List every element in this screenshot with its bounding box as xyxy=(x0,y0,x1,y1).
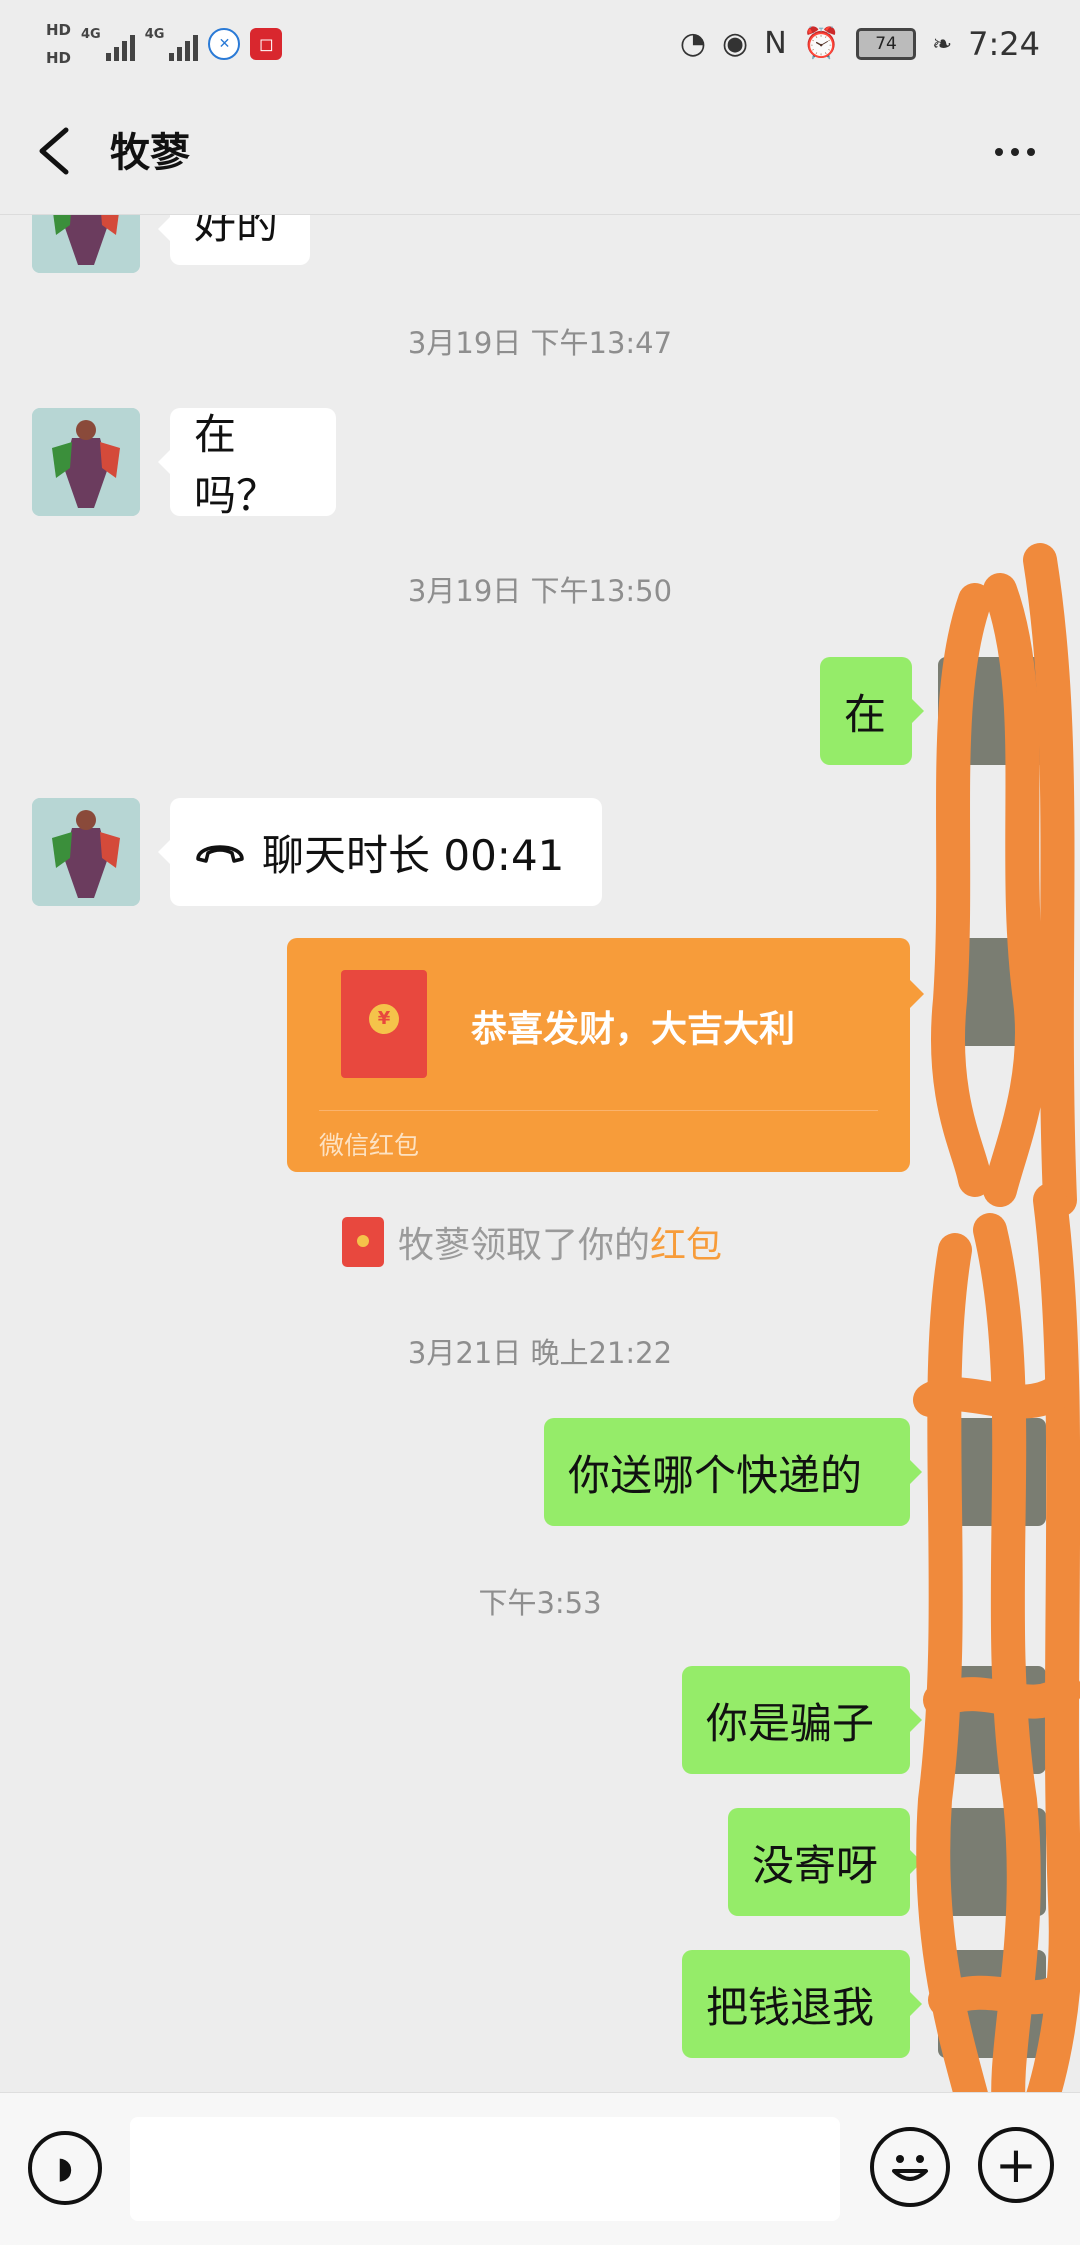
notification-app-icon: ✕ xyxy=(208,28,241,60)
timestamp: 下午3:53 xyxy=(478,1586,602,1620)
message-bubble-incoming[interactable]: 在吗？ xyxy=(158,408,336,520)
alarm-icon: ⏰ xyxy=(802,26,841,61)
red-packet-link[interactable]: 红包 xyxy=(650,1216,722,1268)
message-bubble-incoming[interactable]: 好的 xyxy=(158,215,310,265)
status-right-icons: ◔ ◉ N ⏰ 74 ❧ 7:24 xyxy=(680,16,1040,72)
message-input[interactable] xyxy=(130,2117,840,2221)
more-dots-icon xyxy=(995,148,1003,156)
coin-icon: ¥ xyxy=(369,1004,399,1034)
call-record-bubble[interactable]: 聊天时长 00:41 xyxy=(158,798,602,906)
contact-avatar[interactable] xyxy=(32,408,140,516)
voice-button[interactable]: ◗ xyxy=(28,2131,102,2205)
red-packet-label: 微信红包 xyxy=(319,1131,420,1160)
input-bar: ◗ + xyxy=(0,2092,1080,2245)
emoji-icon xyxy=(892,2155,928,2181)
message-partial-row: 好的 xyxy=(0,215,1080,275)
divider xyxy=(319,1110,878,1111)
message-text: 好的 xyxy=(194,215,279,248)
system-message-text: 牧蓼领取了你的 xyxy=(398,1225,651,1266)
message-text: 你送哪个快递的 xyxy=(568,1450,863,1500)
my-avatar[interactable] xyxy=(938,938,1046,1046)
red-packet-card[interactable]: ¥ 恭喜发财，大吉大利 微信红包 xyxy=(287,938,924,1172)
hd2-label: HD xyxy=(46,49,72,67)
signal-icon: 4G xyxy=(81,27,135,61)
system-message: 牧蓼领取了你的 红包 xyxy=(342,1216,722,1268)
message-text: 你是骗子 xyxy=(706,1698,875,1748)
message-bubble-outgoing[interactable]: 没寄呀 xyxy=(728,1808,922,1916)
timestamp: 3月21日 晚上21:22 xyxy=(407,1336,673,1370)
battery-icon: 74 xyxy=(856,28,917,60)
my-avatar[interactable] xyxy=(938,1418,1046,1526)
message-text: 把钱退我 xyxy=(706,1982,875,2032)
call-duration-text: 聊天时长 00:41 xyxy=(262,830,565,880)
signal-icon-2: 4G xyxy=(145,27,199,61)
message-bubble-outgoing[interactable]: 在 xyxy=(820,657,924,765)
my-avatar[interactable] xyxy=(938,1950,1046,2058)
phone-icon xyxy=(196,845,244,863)
chat-title: 牧蓼 xyxy=(110,130,190,176)
plus-icon: + xyxy=(995,2136,1037,2194)
red-packet-icon xyxy=(342,1217,384,1267)
message-bubble-outgoing[interactable]: 你送哪个快递的 xyxy=(544,1418,922,1526)
back-button[interactable] xyxy=(28,118,88,184)
emoji-button[interactable] xyxy=(870,2127,950,2207)
my-avatar[interactable] xyxy=(938,657,1046,765)
message-text: 没寄呀 xyxy=(752,1840,879,1890)
timestamp: 3月19日 下午13:50 xyxy=(407,574,673,608)
message-bubble-outgoing[interactable]: 你是骗子 xyxy=(682,1666,922,1774)
net1-label: 4G xyxy=(81,27,101,42)
red-packet-icon: ¥ xyxy=(341,970,427,1078)
plus-button[interactable]: + xyxy=(978,2127,1054,2203)
net2-label: 4G xyxy=(144,27,165,42)
contact-avatar[interactable] xyxy=(32,215,140,273)
data-saver-icon: ◔ xyxy=(679,26,707,61)
status-left-icons: HD HD 4G 4G ✕ ◻ xyxy=(46,14,283,74)
red-packet-greeting: 恭喜发财，大吉大利 xyxy=(471,1009,796,1050)
message-text: 在 xyxy=(844,689,887,739)
more-button[interactable] xyxy=(982,122,1048,182)
status-bar: HD HD 4G 4G ✕ ◻ ◔ ◉ N ⏰ 74 ❧ 7:24 xyxy=(0,0,1080,88)
voice-icon: ◗ xyxy=(57,2150,73,2186)
message-bubble-outgoing[interactable]: 把钱退我 xyxy=(682,1950,922,2058)
nfc-icon: N xyxy=(764,26,787,61)
message-text: 在吗？ xyxy=(194,410,279,520)
hd-indicators: HD HD xyxy=(46,16,71,72)
my-avatar[interactable] xyxy=(938,1808,1046,1916)
clock: 7:24 xyxy=(968,25,1040,63)
chevron-left-icon xyxy=(39,127,69,175)
hd1-label: HD xyxy=(46,21,72,39)
timestamp: 3月19日 下午13:47 xyxy=(407,326,673,360)
contact-avatar[interactable] xyxy=(32,798,140,906)
eye-icon: ◉ xyxy=(722,26,749,61)
chat-header: 牧蓼 xyxy=(0,88,1080,215)
notification-app-icon-2: ◻ xyxy=(250,28,283,60)
my-avatar[interactable] xyxy=(938,1666,1046,1774)
leaf-icon: ❧ xyxy=(932,30,953,58)
